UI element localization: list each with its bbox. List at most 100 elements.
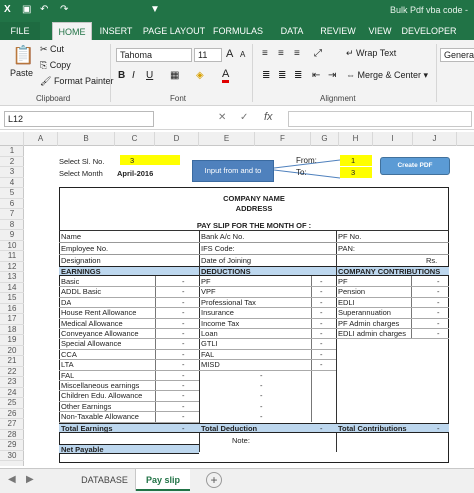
column-header[interactable]: C bbox=[115, 132, 155, 146]
tab-review[interactable]: REVIEW bbox=[316, 22, 360, 40]
underline-button[interactable]: U bbox=[146, 70, 153, 81]
row-header[interactable]: 11 bbox=[0, 251, 24, 262]
sheet-tab-database[interactable]: DATABASE bbox=[74, 469, 136, 491]
row-header[interactable]: 20 bbox=[0, 346, 24, 356]
redo-icon[interactable]: ↷ bbox=[60, 4, 68, 15]
note-label: Note: bbox=[232, 436, 250, 445]
align-bottom-icon[interactable]: ≡ bbox=[294, 48, 300, 60]
from-input[interactable] bbox=[340, 155, 372, 166]
worksheet[interactable]: Select Sl. No. 3 Select Month April-2016… bbox=[24, 146, 474, 466]
row-header[interactable]: 2 bbox=[0, 157, 24, 167]
add-sheet-button[interactable]: + bbox=[206, 472, 222, 488]
tab-file[interactable]: FILE bbox=[0, 22, 40, 40]
paste-button[interactable]: Paste bbox=[10, 68, 33, 78]
tab-page-layout[interactable]: PAGE LAYOUT bbox=[142, 22, 206, 40]
row-header[interactable]: 6 bbox=[0, 199, 24, 209]
cut-button[interactable]: ✂ Cut bbox=[40, 44, 64, 55]
merge-center-button[interactable]: ⇔ Merge & Center ▾ bbox=[346, 70, 428, 81]
row-header[interactable]: 23 bbox=[0, 377, 24, 388]
row-header[interactable]: 18 bbox=[0, 325, 24, 335]
formula-input[interactable] bbox=[288, 111, 472, 127]
borders-icon[interactable]: ▦ bbox=[170, 70, 179, 82]
next-sheet-icon[interactable]: ▶ bbox=[26, 474, 34, 485]
row-header[interactable]: 12 bbox=[0, 262, 24, 272]
save-icon[interactable]: ▣ bbox=[22, 4, 31, 15]
sheet-tab-pay-slip[interactable]: Pay slip bbox=[136, 469, 190, 491]
font-color-button[interactable]: A bbox=[222, 69, 230, 83]
column-header[interactable]: D bbox=[155, 132, 199, 146]
select-sl-input[interactable] bbox=[120, 155, 180, 165]
indent-decrease-icon[interactable]: ⇤ bbox=[312, 70, 320, 82]
row-header[interactable]: 3 bbox=[0, 167, 24, 178]
align-center-icon[interactable]: ≣ bbox=[278, 70, 286, 82]
column-header[interactable]: H bbox=[339, 132, 373, 146]
tab-developer[interactable]: DEVELOPER bbox=[400, 22, 458, 40]
column-header[interactable]: I bbox=[373, 132, 413, 146]
filter-icon[interactable]: ▼ bbox=[150, 4, 160, 15]
row-header[interactable]: 15 bbox=[0, 293, 24, 304]
row-header[interactable]: 27 bbox=[0, 419, 24, 430]
cancel-icon[interactable]: ✕ bbox=[218, 112, 226, 123]
row-header[interactable]: 26 bbox=[0, 409, 24, 419]
column-header[interactable]: F bbox=[255, 132, 311, 146]
tab-view[interactable]: VIEW bbox=[364, 22, 396, 40]
paste-icon[interactable]: 📋 bbox=[12, 46, 34, 64]
align-top-icon[interactable]: ≡ bbox=[262, 48, 268, 60]
tab-insert[interactable]: INSERT bbox=[96, 22, 136, 40]
create-pdf-button[interactable]: Create PDF bbox=[380, 157, 450, 175]
row-header[interactable]: 5 bbox=[0, 188, 24, 199]
row-header[interactable]: 29 bbox=[0, 440, 24, 451]
column-header[interactable]: E bbox=[199, 132, 255, 146]
row-header[interactable]: 28 bbox=[0, 430, 24, 440]
column-header[interactable]: B bbox=[58, 132, 115, 146]
font-name-select[interactable]: Tahoma bbox=[116, 48, 192, 62]
row-header[interactable]: 25 bbox=[0, 398, 24, 409]
select-all-corner[interactable] bbox=[0, 132, 24, 146]
row-header[interactable]: 7 bbox=[0, 209, 24, 220]
tab-formulas[interactable]: FORMULAS bbox=[212, 22, 264, 40]
italic-button[interactable]: I bbox=[132, 70, 135, 81]
align-right-icon[interactable]: ≣ bbox=[294, 70, 302, 82]
row-header[interactable]: 14 bbox=[0, 283, 24, 293]
copy-button[interactable]: ⎘ Copy bbox=[40, 60, 71, 71]
align-left-icon[interactable]: ≣ bbox=[262, 70, 270, 82]
indent-increase-icon[interactable]: ⇥ bbox=[328, 70, 336, 82]
row-header[interactable]: 30 bbox=[0, 451, 24, 461]
column-header[interactable]: J bbox=[413, 132, 457, 146]
fill-color-icon[interactable]: ◈ bbox=[196, 70, 204, 82]
number-format-select[interactable]: General bbox=[440, 48, 474, 62]
grow-font-button[interactable]: A bbox=[226, 48, 233, 60]
prev-sheet-icon[interactable]: ◀ bbox=[8, 474, 16, 485]
column-header[interactable]: A bbox=[24, 132, 58, 146]
row-header[interactable]: 22 bbox=[0, 367, 24, 377]
row-header[interactable]: 10 bbox=[0, 241, 24, 251]
bold-button[interactable]: B bbox=[118, 70, 125, 81]
deduction-value: - bbox=[320, 318, 323, 328]
tab-data[interactable]: DATA bbox=[274, 22, 310, 40]
row-header[interactable]: 8 bbox=[0, 220, 24, 230]
tab-home[interactable]: HOME bbox=[52, 22, 92, 40]
row-header[interactable]: 9 bbox=[0, 230, 24, 241]
undo-icon[interactable]: ↶ bbox=[40, 4, 48, 15]
earning-label: Non-Taxable Allowance bbox=[61, 412, 139, 422]
row-header[interactable]: 13 bbox=[0, 272, 24, 283]
format-painter-button[interactable]: 🖌 Format Painter bbox=[40, 76, 113, 87]
font-size-select[interactable]: 11 bbox=[194, 48, 222, 62]
select-month-value[interactable]: April-2016 bbox=[117, 169, 153, 178]
to-input[interactable] bbox=[340, 167, 372, 178]
row-header[interactable]: 19 bbox=[0, 335, 24, 346]
align-middle-icon[interactable]: ≡ bbox=[278, 48, 284, 60]
shrink-font-button[interactable]: A bbox=[240, 50, 245, 59]
name-box[interactable]: L12 bbox=[4, 111, 154, 127]
row-header[interactable]: 17 bbox=[0, 314, 24, 325]
enter-icon[interactable]: ✓ bbox=[240, 112, 248, 123]
wrap-text-button[interactable]: ↵ Wrap Text bbox=[346, 48, 396, 59]
row-header[interactable]: 16 bbox=[0, 304, 24, 314]
function-icon[interactable]: fx bbox=[264, 111, 273, 123]
orientation-icon[interactable]: ⤢ bbox=[314, 48, 322, 60]
row-header[interactable]: 24 bbox=[0, 388, 24, 398]
row-header[interactable]: 4 bbox=[0, 178, 24, 188]
column-header[interactable]: G bbox=[311, 132, 339, 146]
row-header[interactable]: 21 bbox=[0, 356, 24, 367]
row-header[interactable]: 1 bbox=[0, 146, 24, 157]
